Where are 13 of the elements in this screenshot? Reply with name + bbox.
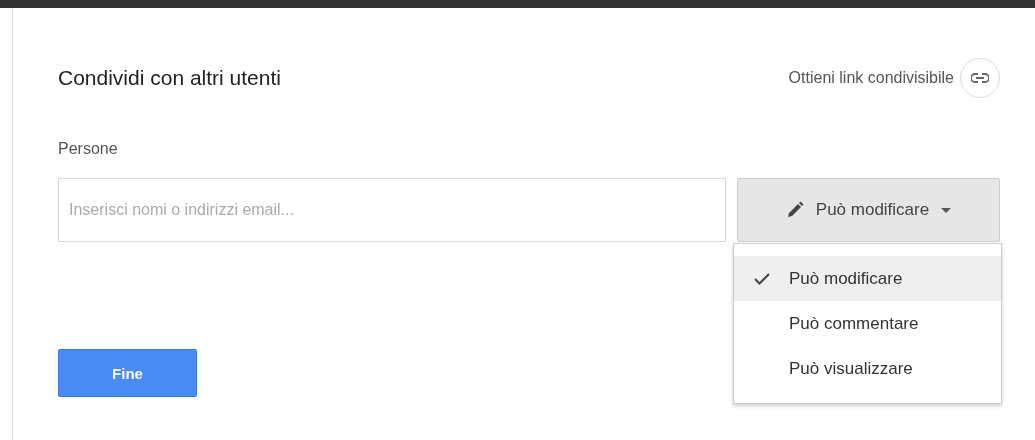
email-input-field[interactable]: Inserisci nomi o indirizzi email... <box>58 178 726 242</box>
caret-icon <box>941 207 952 213</box>
pencil-icon <box>785 201 804 219</box>
link-icon <box>971 73 989 83</box>
permission-dropdown[interactable]: Può modificare <box>737 178 1000 242</box>
share-link[interactable]: Ottieni link condivisibile <box>788 69 954 87</box>
link-button[interactable] <box>960 58 1000 98</box>
check-icon <box>753 272 770 285</box>
dialog-title: Condividi con altri utenti <box>58 66 281 90</box>
permission-option[interactable]: Può visualizzare <box>734 346 1001 391</box>
people-label: Persone <box>58 140 119 158</box>
permission-option[interactable]: Può commentare <box>734 301 1001 346</box>
permission-option[interactable]: Può modificare <box>734 256 1001 301</box>
